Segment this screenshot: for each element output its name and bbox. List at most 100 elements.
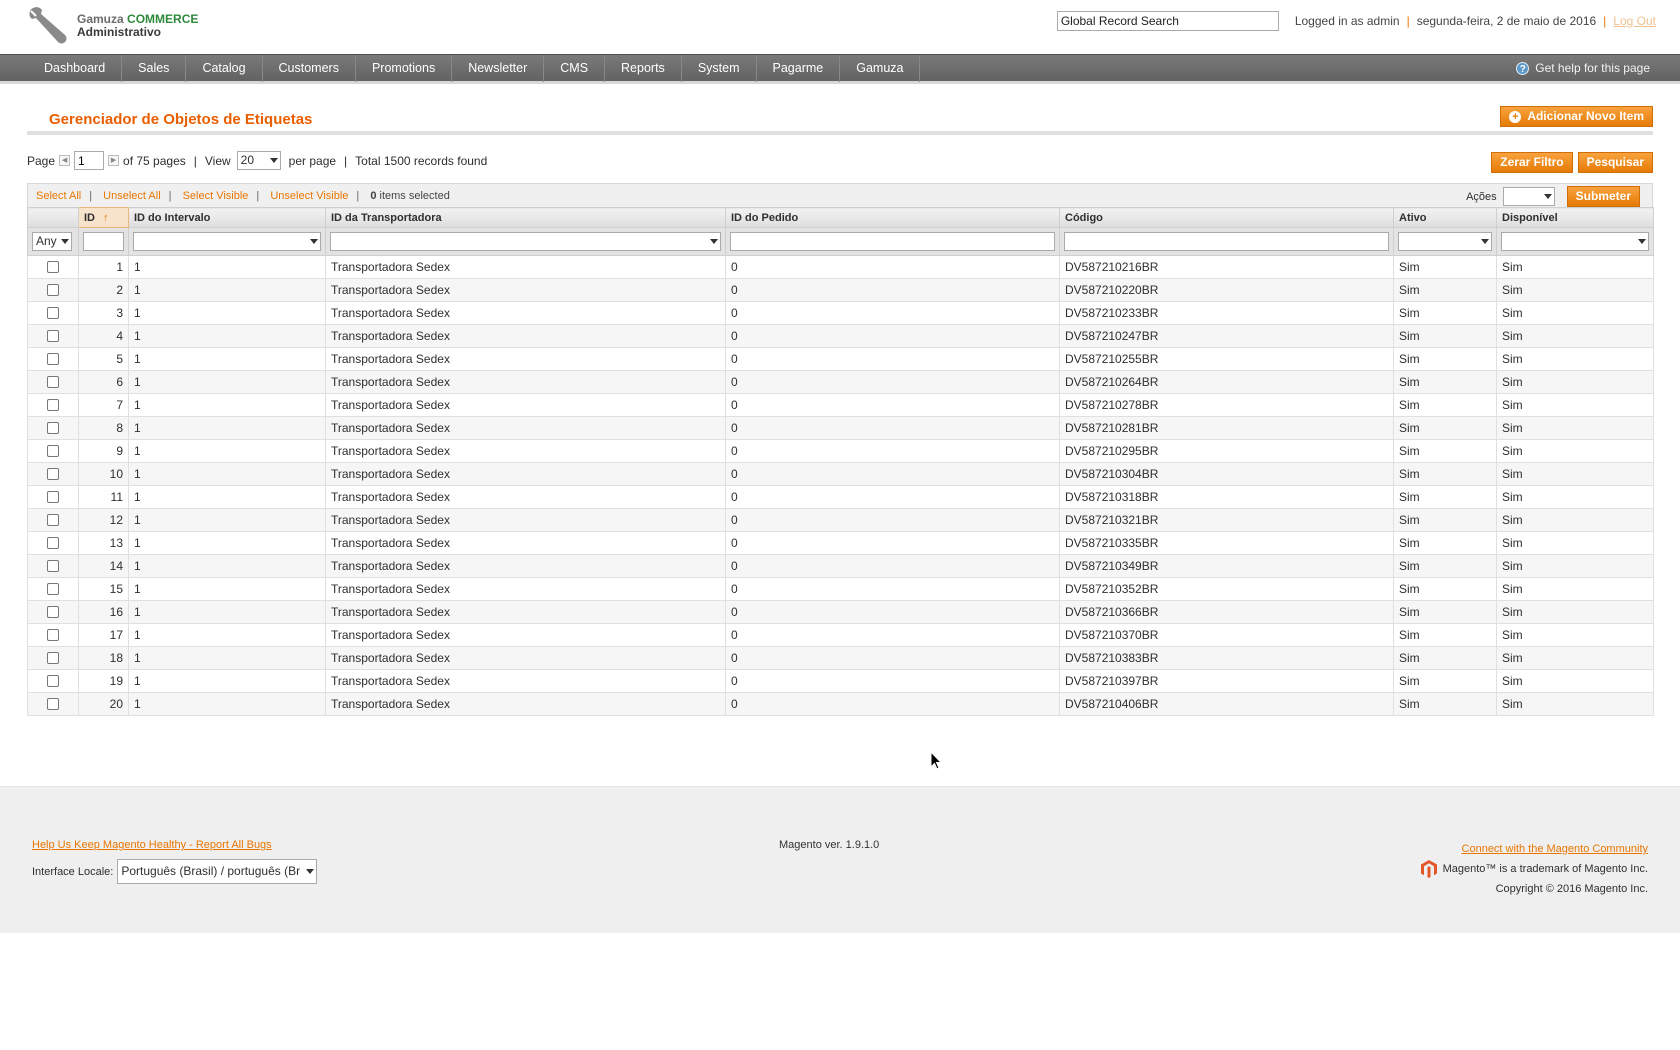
- cell-transportadora: Transportadora Sedex: [325, 347, 726, 371]
- row-checkbox[interactable]: [47, 698, 59, 710]
- nav-item-dashboard[interactable]: Dashboard: [28, 55, 123, 82]
- row-checkbox[interactable]: [47, 537, 59, 549]
- unselect-all-link[interactable]: Unselect All: [103, 190, 160, 202]
- submit-button[interactable]: Submeter: [1566, 186, 1640, 207]
- nav-item-newsletter[interactable]: Newsletter: [452, 55, 545, 82]
- nav-item-reports[interactable]: Reports: [605, 55, 682, 82]
- filter-intervalo-select[interactable]: [133, 232, 321, 251]
- row-checkbox[interactable]: [47, 307, 59, 319]
- nav-item-customers[interactable]: Customers: [263, 55, 356, 82]
- filter-ativo-select[interactable]: [1398, 232, 1492, 251]
- cell-id: 9: [78, 439, 129, 463]
- row-checkbox[interactable]: [47, 353, 59, 365]
- page-number-input[interactable]: [74, 151, 105, 170]
- column-header-transportadora[interactable]: ID da Transportadora: [325, 207, 726, 228]
- table-row[interactable]: 9 1 Transportadora Sedex 0 DV587210295BR Sim S…: [27, 439, 1654, 463]
- prev-page-icon[interactable]: ◀: [59, 155, 71, 166]
- reset-filter-button[interactable]: Zerar Filtro: [1491, 152, 1573, 173]
- per-page-select[interactable]: 20: [236, 151, 281, 170]
- global-search-input[interactable]: [1056, 11, 1279, 31]
- cell-pedido: 0: [725, 324, 1060, 348]
- logo[interactable]: Gamuza COMMERCE Administrativo: [27, 6, 227, 50]
- help-link[interactable]: ? Get help for this page: [1516, 55, 1650, 82]
- cell-pedido: 0: [725, 462, 1060, 486]
- row-checkbox[interactable]: [47, 284, 59, 296]
- cell-transportadora: Transportadora Sedex: [325, 554, 726, 578]
- row-checkbox[interactable]: [47, 445, 59, 457]
- table-row[interactable]: 2 1 Transportadora Sedex 0 DV587210220BR Sim S…: [27, 278, 1654, 302]
- select-all-link[interactable]: Select All: [36, 190, 81, 202]
- table-row[interactable]: 14 1 Transportadora Sedex 0 DV587210349BR Sim…: [27, 554, 1654, 578]
- row-checkbox[interactable]: [47, 422, 59, 434]
- table-row[interactable]: 17 1 Transportadora Sedex 0 DV587210370BR Sim…: [27, 623, 1654, 647]
- table-row[interactable]: 3 1 Transportadora Sedex 0 DV587210233BR Sim S…: [27, 301, 1654, 325]
- nav-item-system[interactable]: System: [682, 55, 757, 82]
- column-header-codigo[interactable]: Código: [1059, 207, 1394, 228]
- unselect-visible-link[interactable]: Unselect Visible: [270, 190, 348, 202]
- column-header-pedido[interactable]: ID do Pedido: [725, 207, 1060, 228]
- row-checkbox[interactable]: [47, 675, 59, 687]
- nav-item-gamuza[interactable]: Gamuza: [840, 55, 921, 82]
- actions-select[interactable]: [1502, 187, 1555, 206]
- cell-intervalo: 1: [128, 462, 326, 486]
- row-checkbox[interactable]: [47, 583, 59, 595]
- column-header-ativo[interactable]: Ativo: [1393, 207, 1497, 228]
- table-row[interactable]: 13 1 Transportadora Sedex 0 DV587210335BR Sim…: [27, 531, 1654, 555]
- row-checkbox[interactable]: [47, 652, 59, 664]
- table-row[interactable]: 10 1 Transportadora Sedex 0 DV587210304BR Sim…: [27, 462, 1654, 486]
- next-page-icon[interactable]: ▶: [108, 155, 120, 166]
- filter-transportadora-select[interactable]: [330, 232, 721, 251]
- report-bugs-link[interactable]: Help Us Keep Magento Healthy - Report Al…: [32, 839, 272, 851]
- table-row[interactable]: 11 1 Transportadora Sedex 0 DV587210318BR Sim…: [27, 485, 1654, 509]
- row-checkbox[interactable]: [47, 560, 59, 572]
- chevron-down-icon: [61, 239, 69, 244]
- content-header: Gerenciador de Objetos de Etiquetas + Adi…: [27, 87, 1653, 135]
- row-checkbox[interactable]: [47, 514, 59, 526]
- table-row[interactable]: 19 1 Transportadora Sedex 0 DV587210397BR Sim…: [27, 669, 1654, 693]
- select-visible-link[interactable]: Select Visible: [183, 190, 249, 202]
- filter-id-input[interactable]: [83, 232, 124, 251]
- nav-item-pagarme[interactable]: Pagarme: [757, 55, 841, 82]
- table-row[interactable]: 5 1 Transportadora Sedex 0 DV587210255BR Sim S…: [27, 347, 1654, 371]
- table-row[interactable]: 20 1 Transportadora Sedex 0 DV587210406BR Sim…: [27, 692, 1654, 716]
- cell-pedido: 0: [725, 301, 1060, 325]
- nav-item-promotions[interactable]: Promotions: [356, 55, 453, 82]
- table-row[interactable]: 4 1 Transportadora Sedex 0 DV587210247BR Sim S…: [27, 324, 1654, 348]
- row-checkbox[interactable]: [47, 629, 59, 641]
- table-row[interactable]: 15 1 Transportadora Sedex 0 DV587210352BR Sim…: [27, 577, 1654, 601]
- cell-checkbox: [27, 439, 79, 463]
- column-header-id[interactable]: ID ↑: [78, 207, 129, 228]
- logout-link[interactable]: Log Out: [1613, 14, 1656, 28]
- filter-codigo-input[interactable]: [1064, 232, 1389, 251]
- cell-checkbox: [27, 669, 79, 693]
- cell-intervalo: 1: [128, 393, 326, 417]
- row-checkbox[interactable]: [47, 491, 59, 503]
- community-link[interactable]: Connect with the Magento Community: [1462, 843, 1648, 855]
- column-header-disponivel[interactable]: Disponível: [1496, 207, 1654, 228]
- nav-item-catalog[interactable]: Catalog: [186, 55, 263, 82]
- row-checkbox[interactable]: [47, 376, 59, 388]
- row-checkbox[interactable]: [47, 330, 59, 342]
- table-row[interactable]: 1 1 Transportadora Sedex 0 DV587210216BR Sim S…: [27, 255, 1654, 279]
- row-checkbox[interactable]: [47, 261, 59, 273]
- nav-item-cms[interactable]: CMS: [544, 55, 606, 82]
- table-row[interactable]: 12 1 Transportadora Sedex 0 DV587210321BR Sim…: [27, 508, 1654, 532]
- search-button[interactable]: Pesquisar: [1577, 152, 1653, 173]
- cell-ativo: Sim: [1393, 508, 1497, 532]
- add-new-item-button[interactable]: + Adicionar Novo Item: [1500, 106, 1653, 127]
- filter-disponivel-select[interactable]: [1501, 232, 1649, 251]
- table-row[interactable]: 16 1 Transportadora Sedex 0 DV587210366BR Sim…: [27, 600, 1654, 624]
- cell-pedido: 0: [725, 278, 1060, 302]
- column-header-intervalo[interactable]: ID do Intervalo: [128, 207, 326, 228]
- table-row[interactable]: 8 1 Transportadora Sedex 0 DV587210281BR Sim S…: [27, 416, 1654, 440]
- filter-pedido-input[interactable]: [730, 232, 1055, 251]
- row-checkbox[interactable]: [47, 606, 59, 618]
- table-row[interactable]: 7 1 Transportadora Sedex 0 DV587210278BR Sim S…: [27, 393, 1654, 417]
- table-row[interactable]: 18 1 Transportadora Sedex 0 DV587210383BR Sim…: [27, 646, 1654, 670]
- row-checkbox[interactable]: [47, 468, 59, 480]
- row-checkbox[interactable]: [47, 399, 59, 411]
- filter-checkbox-select[interactable]: Any: [32, 232, 72, 251]
- nav-item-sales[interactable]: Sales: [122, 55, 187, 82]
- locale-select[interactable]: Português (Brasil) / português (Br: [117, 859, 318, 884]
- table-row[interactable]: 6 1 Transportadora Sedex 0 DV587210264BR Sim S…: [27, 370, 1654, 394]
